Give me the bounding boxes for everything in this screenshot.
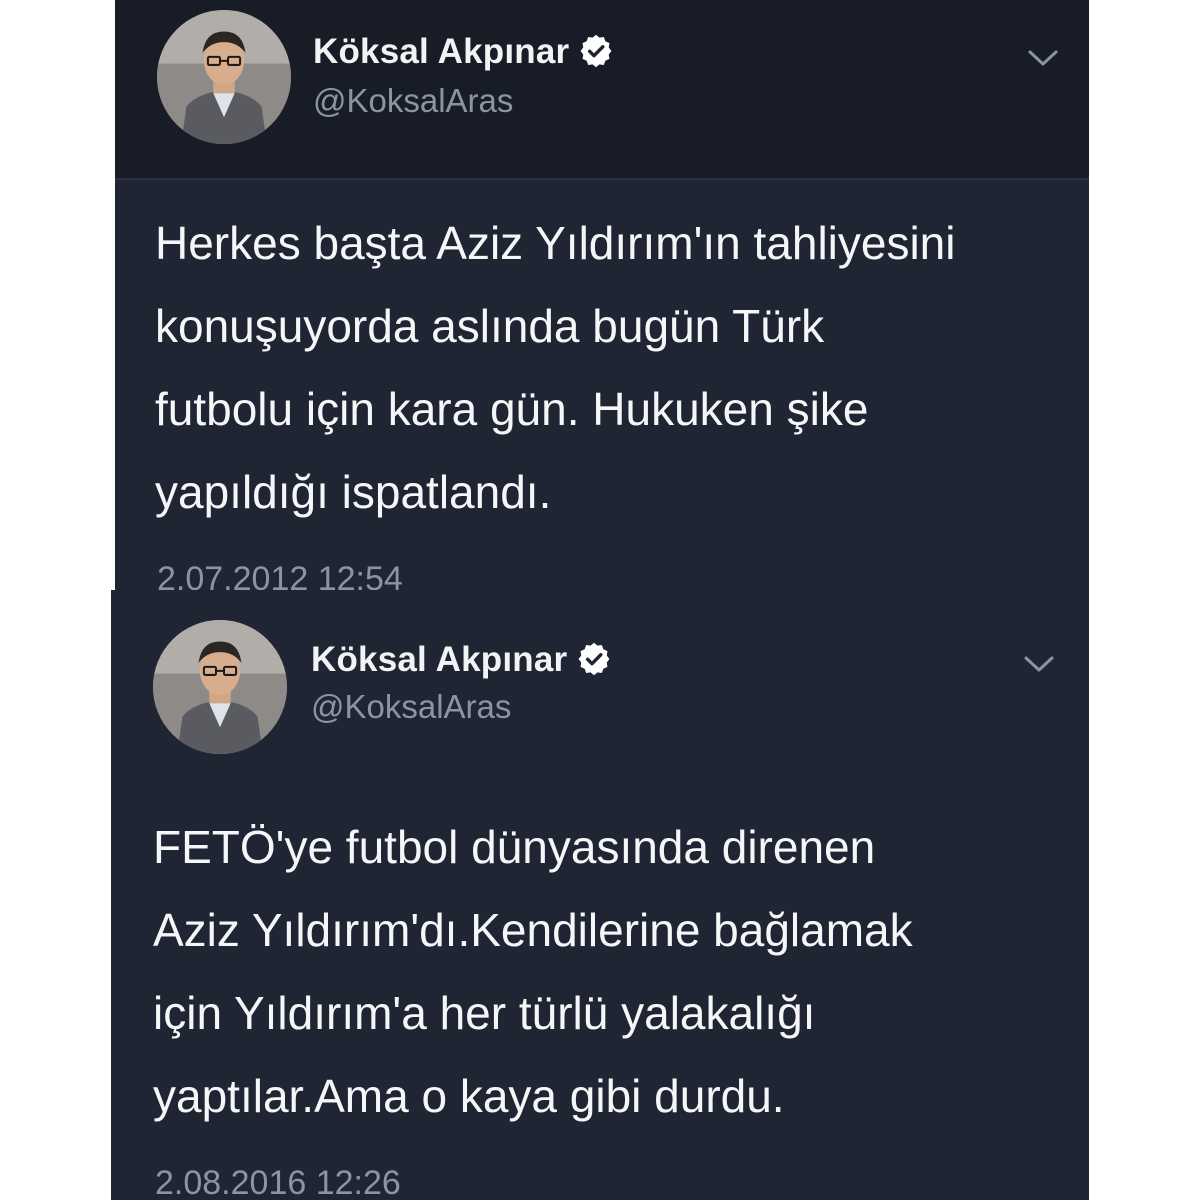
avatar-photo bbox=[153, 620, 287, 754]
user-handle[interactable]: @KoksalAras bbox=[313, 82, 513, 120]
tweet-card: Köksal Akpınar @KoksalAras FETÖ'ye futbo… bbox=[111, 590, 1089, 1200]
tweet-text-line: Aziz Yıldırım'dı.Kendilerine bağlamak bbox=[153, 904, 913, 956]
tweet-text-line: yapıldığı ispatlandı. bbox=[155, 466, 552, 518]
user-name-label: Köksal Akpınar bbox=[313, 32, 570, 71]
user-name[interactable]: Köksal Akpınar bbox=[311, 640, 611, 680]
tweet-text-line: futbolu için kara gün. Hukuken şike bbox=[155, 383, 869, 435]
avatar-photo bbox=[157, 10, 291, 144]
tweet-text: Herkes başta Aziz Yıldırım'ın tahliyesin… bbox=[155, 202, 956, 534]
tweet-card: Köksal Akpınar @KoksalAras Herkes başta … bbox=[115, 0, 1089, 590]
avatar[interactable] bbox=[153, 620, 287, 754]
tweet-text: FETÖ'ye futbol dünyasında direnen Aziz Y… bbox=[153, 806, 913, 1138]
user-name[interactable]: Köksal Akpınar bbox=[313, 32, 613, 72]
tweet-text-line: yaptılar.Ama o kaya gibi durdu. bbox=[153, 1070, 785, 1122]
chevron-down-icon[interactable] bbox=[1023, 654, 1055, 674]
user-name-label: Köksal Akpınar bbox=[311, 640, 568, 679]
tweet-timestamp[interactable]: 2.08.2016 12:26 bbox=[155, 1164, 401, 1200]
tweet-timestamp[interactable]: 2.07.2012 12:54 bbox=[157, 560, 403, 590]
tweet-text-line: Herkes başta Aziz Yıldırım'ın tahliyesin… bbox=[155, 217, 956, 269]
tweet-text-line: FETÖ'ye futbol dünyasında direnen bbox=[153, 821, 876, 873]
tweet-text-line: için Yıldırım'a her türlü yalakalığı bbox=[153, 987, 816, 1039]
user-handle[interactable]: @KoksalAras bbox=[311, 688, 511, 726]
verified-badge-icon bbox=[579, 34, 613, 68]
verified-badge-icon bbox=[577, 642, 611, 676]
tweet-text-line: konuşuyorda aslında bugün Türk bbox=[155, 300, 825, 352]
avatar[interactable] bbox=[157, 10, 291, 144]
chevron-down-icon[interactable] bbox=[1027, 48, 1059, 68]
